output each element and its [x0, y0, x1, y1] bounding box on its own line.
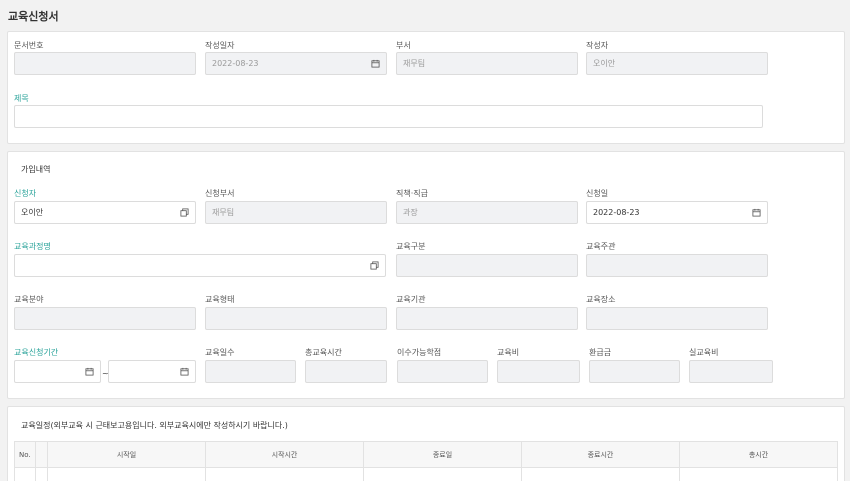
- total-hours-field: [305, 360, 387, 383]
- edu-host-field: [586, 254, 768, 277]
- position-field: 과장: [396, 201, 578, 224]
- edu-place-label: 교육장소: [586, 295, 616, 304]
- col-total-hours[interactable]: 총시간: [679, 441, 838, 468]
- edu-field-label: 교육분야: [14, 295, 44, 304]
- dept-field: 재무팀: [396, 52, 578, 75]
- period-start-field[interactable]: [14, 360, 101, 383]
- subject-input[interactable]: [14, 105, 763, 128]
- applicant-label: 신청자: [14, 189, 37, 198]
- page-title: 교육신청서: [8, 10, 59, 23]
- col-check[interactable]: [35, 441, 48, 468]
- schedule-header-row: No. 시작일 시작시간 종료일 종료시간 총시간: [14, 441, 838, 468]
- refund-field: [589, 360, 680, 383]
- writer-field: 오이안: [586, 52, 768, 75]
- col-end-time[interactable]: 종료시간: [521, 441, 680, 468]
- write-date-label: 작성일자: [205, 41, 235, 50]
- course-name-label: 교육과정명: [14, 242, 51, 251]
- edu-org-label: 교육기관: [396, 295, 426, 304]
- edu-days-label: 교육일수: [205, 348, 235, 357]
- period-end-field[interactable]: [108, 360, 196, 383]
- doc-no-field: [14, 52, 196, 75]
- credits-label: 이수가능학점: [397, 348, 442, 357]
- writer-label: 작성자: [586, 41, 609, 50]
- edu-host-label: 교육주관: [586, 242, 616, 251]
- calendar-icon[interactable]: [180, 367, 189, 376]
- write-date-field: 2022-08-23: [205, 52, 387, 75]
- col-no[interactable]: No.: [14, 441, 36, 468]
- edu-type-field: [396, 254, 578, 277]
- applicant-field[interactable]: 오이안: [14, 201, 196, 224]
- apply-date-value: 2022-08-23: [593, 208, 640, 217]
- course-name-field[interactable]: [14, 254, 386, 277]
- apply-date-field[interactable]: 2022-08-23: [586, 201, 768, 224]
- schedule-table: No. 시작일 시작시간 종료일 종료시간 총시간: [14, 441, 838, 481]
- edu-form-label: 교육형태: [205, 295, 235, 304]
- edu-form-field: [205, 307, 387, 330]
- col-start-date[interactable]: 시작일: [47, 441, 206, 468]
- edu-days-field: [205, 360, 296, 383]
- doc-no-label: 문서번호: [14, 41, 44, 50]
- edu-type-label: 교육구분: [396, 242, 426, 251]
- credits-field: [397, 360, 488, 383]
- edu-org-field: [396, 307, 578, 330]
- col-start-time[interactable]: 시작시간: [205, 441, 364, 468]
- subject-label: 제목: [14, 94, 29, 103]
- col-end-date[interactable]: 종료일: [363, 441, 522, 468]
- apply-date-label: 신청일: [586, 189, 609, 198]
- copy-icon[interactable]: [180, 208, 189, 217]
- applicant-value: 오이안: [21, 208, 44, 217]
- dept-label: 부서: [396, 41, 411, 50]
- refund-label: 환급금: [589, 348, 612, 357]
- apply-dept-label: 신청부서: [205, 189, 235, 198]
- write-date-value: 2022-08-23: [212, 59, 259, 68]
- table-row: [14, 467, 838, 481]
- calendar-icon[interactable]: [85, 367, 94, 376]
- cost-label: 교육비: [497, 348, 520, 357]
- schedule-section-title: 교육일정(외부교육 시 근태보고용입니다. 외부교육시에만 작성하시기 바랍니다…: [21, 421, 288, 430]
- position-label: 직책·직급: [396, 189, 428, 198]
- calendar-icon[interactable]: [371, 59, 380, 68]
- join-section-title: 가입내역: [21, 165, 51, 174]
- cost-field: [497, 360, 580, 383]
- actual-cost-field: [689, 360, 773, 383]
- calendar-icon[interactable]: [752, 208, 761, 217]
- actual-cost-label: 실교육비: [689, 348, 719, 357]
- edu-place-field: [586, 307, 768, 330]
- copy-icon[interactable]: [370, 261, 379, 270]
- period-label: 교육신청기간: [14, 348, 59, 357]
- total-hours-label: 총교육시간: [305, 348, 342, 357]
- edu-field-field: [14, 307, 196, 330]
- apply-dept-field: 재무팀: [205, 201, 387, 224]
